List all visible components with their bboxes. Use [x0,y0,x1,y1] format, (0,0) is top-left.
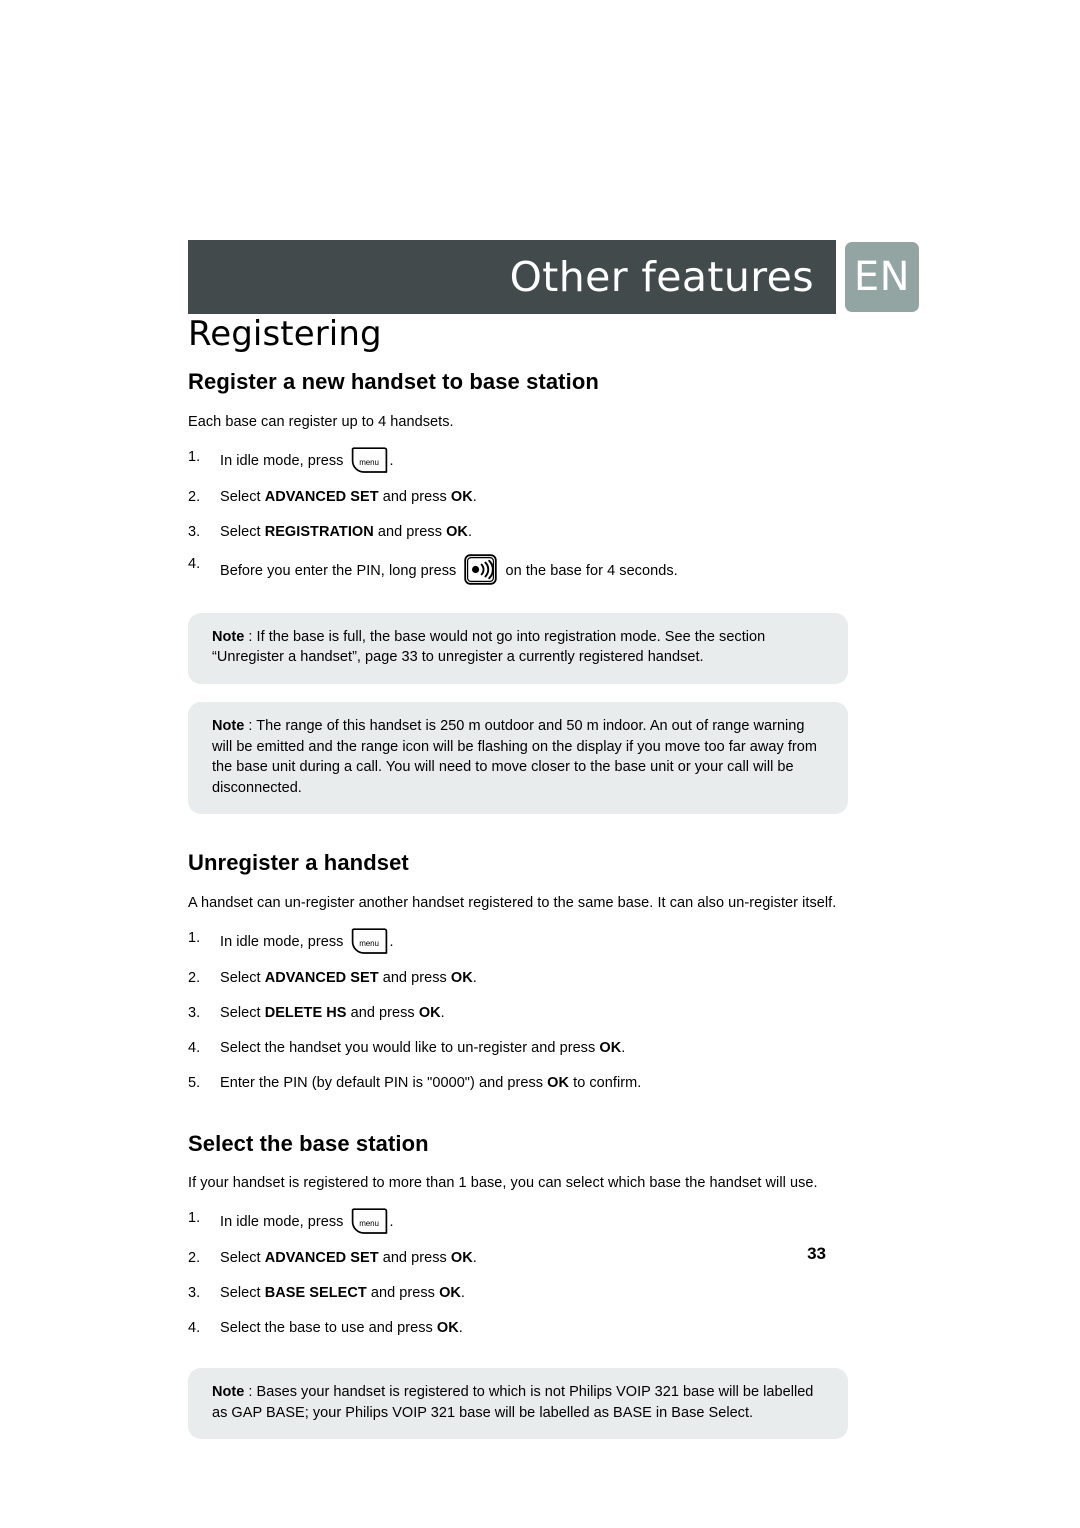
step-key-label: OK [450,969,473,986]
note-box: Note : The range of this handset is 250 … [188,701,848,815]
page-content: Registering Register a new handset to ba… [188,314,848,1440]
step-item: 2. Select ADVANCED SET and press OK. [188,968,848,990]
step-key-label: OK [439,1285,461,1302]
step-number: 1. [188,448,201,465]
step-menu-option: ADVANCED SET [264,488,379,505]
step-number: 1. [188,1210,201,1227]
step-key-label: OK [547,1074,570,1091]
step-item: 4. Before you enter the PIN, long press o… [188,554,848,585]
step-number: 3. [188,523,201,540]
step-text: Before you enter the PIN, long press on … [220,554,678,585]
step-item: 5. Enter the PIN (by default PIN is "0000… [188,1073,848,1095]
step-number: 4. [188,1320,201,1337]
menu-key-icon: menu [351,928,388,955]
step-list: 1. In idle mode, press menu . 2. Select ADV… [188,1208,848,1340]
note-box: Note : If the base is full, the base wou… [188,612,848,684]
note-text: The range of this handset is 250 m outdo… [212,717,817,796]
step-key-label: OK [446,523,468,540]
header-bar: Other features [188,240,836,314]
step-text: Select ADVANCED SET and press OK. [220,969,477,986]
step-key-label: OK [450,488,473,505]
step-item: 3. Select BASE SELECT and press OK. [188,1283,848,1305]
step-number: 2. [188,488,201,505]
step-number: 5. [188,1074,201,1091]
section-intro: Each base can register up to 4 handsets. [188,413,454,430]
step-number: 4. [188,555,201,572]
step-key-label: OK [436,1320,459,1337]
step-number: 4. [188,1039,201,1056]
page-number: 33 [807,1244,826,1263]
note-label: Note [212,628,245,645]
document-page: Other features EN Registering Register a… [0,0,1080,1528]
step-text: Select DELETE HS and press OK. [220,1004,445,1021]
step-item: 4. Select the handset you would like to u… [188,1038,848,1060]
step-text: In idle mode, press menu . [220,447,394,473]
step-item: 3. Select REGISTRATION and press OK. [188,522,848,544]
note-text: If the base is full, the base would not … [212,628,766,666]
menu-key-icon: menu [351,1208,388,1235]
step-text: In idle mode, press menu . [220,1208,394,1234]
section-intro: A handset can un-register another handse… [188,894,837,911]
page-title: Registering [188,314,382,354]
step-list: 1. In idle mode, press menu . 2. Select ADV… [188,928,848,1095]
note-separator: : [244,717,257,734]
step-text: Select ADVANCED SET and press OK. [220,488,477,505]
language-badge: EN [845,242,919,312]
step-number: 3. [188,1285,201,1302]
step-key-label: OK [418,1004,441,1021]
step-menu-option: BASE SELECT [264,1285,367,1302]
step-item: 1. In idle mode, press menu . [188,1208,848,1235]
step-item: 1. In idle mode, press menu . [188,447,848,474]
menu-key-label: menu [359,938,379,948]
note-separator: : [244,1384,257,1401]
note-box: Note : Bases your handset is registered … [188,1368,848,1440]
section-heading: Register a new handset to base station [188,369,599,395]
step-menu-option: ADVANCED SET [264,969,379,986]
step-key-label: OK [599,1039,622,1056]
sections-container: Register a new handset to base station Ea… [188,369,848,1440]
step-text: Select BASE SELECT and press OK. [220,1285,466,1302]
section-intro: If your handset is registered to more th… [188,1175,818,1192]
menu-key-icon: menu [351,447,388,474]
step-text: Select the handset you would like to un-… [220,1039,626,1056]
note-text: Bases your handset is registered to whic… [212,1384,814,1421]
step-text: In idle mode, press menu . [220,928,394,954]
step-item: 1. In idle mode, press menu . [188,928,848,955]
step-menu-option: REGISTRATION [264,523,374,540]
step-item: 3. Select DELETE HS and press OK. [188,1003,848,1025]
step-text: Enter the PIN (by default PIN is "0000")… [220,1074,642,1091]
note-label: Note [212,717,245,734]
menu-key-label: menu [359,1219,379,1229]
step-number: 1. [188,929,201,946]
note-label: Note [212,1384,245,1401]
page-header: Other features EN [188,240,920,318]
note-separator: : [244,628,257,645]
step-item: 2. Select ADVANCED SET and press OK. [188,487,848,509]
step-number: 2. [188,969,201,986]
step-menu-option: DELETE HS [264,1004,347,1021]
step-number: 3. [188,1004,201,1021]
page-header-title: Other features [509,253,814,301]
step-text: Select the base to use and press OK. [220,1320,463,1337]
paging-key-icon [464,554,498,585]
section-heading: Select the base station [188,1130,429,1156]
step-list: 1. In idle mode, press menu . 2. Select ADV… [188,447,848,585]
step-text: Select REGISTRATION and press OK. [220,523,473,540]
menu-key-label: menu [359,457,379,467]
step-item: 4. Select the base to use and press OK. [188,1318,848,1340]
section-heading: Unregister a handset [188,850,409,876]
